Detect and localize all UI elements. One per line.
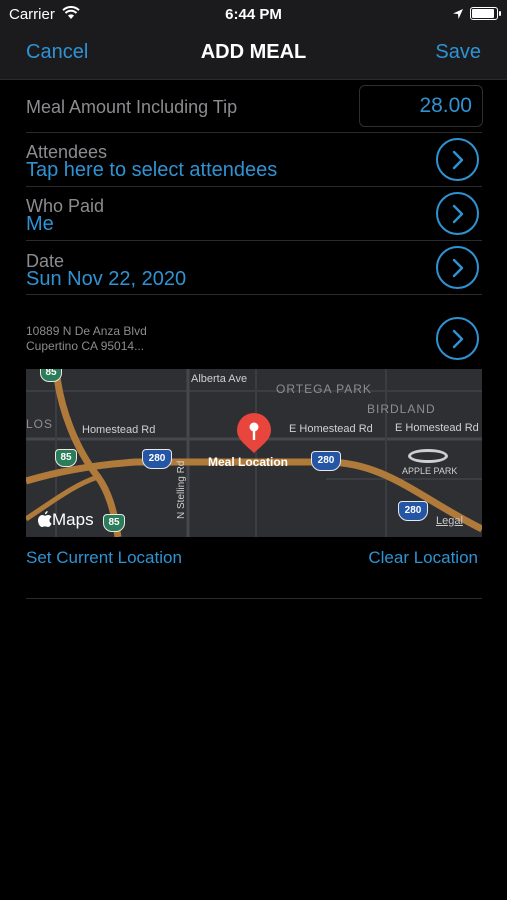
map-area-label: APPLE PARK [402,466,458,476]
attendees-chevron-icon[interactable] [436,138,479,181]
map-area-label: LOS [26,417,54,431]
page-title: ADD MEAL [200,41,307,63]
maps-logo: Maps [38,510,94,532]
address-line-2: Cupertino CA 95014... [26,339,145,353]
who-paid-chevron-icon[interactable] [436,192,479,235]
highway-shield-icon: 280 [398,501,428,521]
set-current-location-button[interactable]: Set Current Location [26,548,182,568]
date-row[interactable]: Date Sun Nov 22, 2020 [26,241,482,295]
divider [26,598,482,599]
amount-label: Meal Amount Including Tip [26,97,238,117]
location-arrow-icon [452,7,464,25]
apple-park-ring-icon [408,449,448,463]
amount-input[interactable]: 28.00 [359,85,483,127]
who-paid-row[interactable]: Who Paid Me [26,187,482,241]
highway-shield-icon: 280 [142,449,172,469]
legal-link[interactable]: Legal [436,515,463,527]
attendees-value[interactable]: Tap here to select attendees [26,159,277,182]
who-paid-value[interactable]: Me [26,213,54,236]
highway-shield-icon: 85 [55,449,77,467]
map-street-label: Homestead Rd [82,424,156,436]
map-pin-icon[interactable] [236,413,272,458]
map-pin-label: Meal Location [208,455,289,469]
address-line-1: 10889 N De Anza Blvd [26,324,147,338]
maps-brand-label: Maps [52,510,94,529]
attendees-row[interactable]: Attendees Tap here to select attendees [26,133,482,187]
amount-row: Meal Amount Including Tip 28.00 [26,80,483,133]
save-button[interactable]: Save [435,41,481,64]
battery-icon [470,7,501,20]
map-street-label: N Stelling Rd [176,460,187,519]
map-street-label: Alberta Ave [191,373,248,385]
date-chevron-icon[interactable] [436,246,479,289]
nav-bar: Cancel ADD MEAL Save [0,28,507,80]
address-row[interactable]: 10889 N De Anza Blvd Cupertino CA 95014.… [26,295,482,365]
map-street-label: E Homestead Rd [395,422,479,434]
status-time: 6:44 PM [225,6,282,23]
map-area-label: ORTEGA PARK [276,382,372,396]
address-chevron-icon[interactable] [436,317,479,360]
highway-shield-icon: 85 [103,514,125,532]
apple-icon [38,511,52,532]
date-value[interactable]: Sun Nov 22, 2020 [26,268,186,291]
map-view[interactable]: Alberta Ave ORTEGA PARK BIRDLAND LOS Hom… [26,369,482,537]
highway-shield-icon: 280 [311,451,341,471]
clear-location-button[interactable]: Clear Location [368,548,478,568]
map-street-label: E Homestead Rd [289,423,373,435]
map-area-label: BIRDLAND [367,402,436,416]
status-bar: Carrier 6:44 PM [0,0,507,28]
